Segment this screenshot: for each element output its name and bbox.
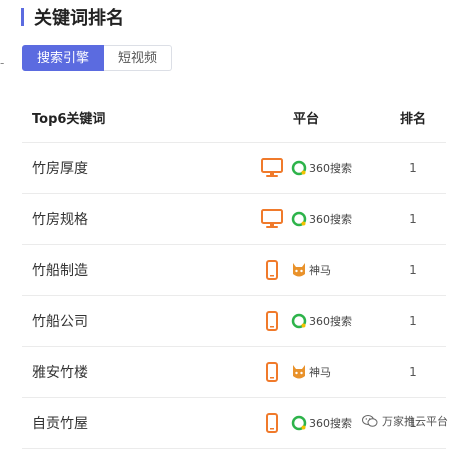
platform-cell: 360搜索 [232,209,380,229]
mobile-icon [259,413,285,433]
rank-cell: 1 [409,365,417,379]
left-edge-mark: - [0,56,5,70]
search-brand: 神马 [291,363,353,381]
table-body: 竹房厚度 360搜索 1 竹房规格 360搜索 1 竹船制造 神马 1 竹船公司 360搜索 1 雅安竹… [22,143,446,449]
mobile-icon [259,311,285,331]
header-keyword: Top6关键词 [32,111,106,127]
360-logo-icon [291,415,307,431]
rank-cell: 1 [409,212,417,226]
keyword-cell: 竹船制造 [32,263,88,279]
platform-cell: 神马 [232,362,380,382]
keyword-cell: 竹船公司 [32,314,88,330]
page-title: 关键词排名 [34,8,124,29]
table-row: 竹房厚度 360搜索 1 [22,143,446,194]
search-brand: 360搜索 [291,211,353,227]
header-rank: 排名 [399,111,426,127]
rank-cell: 1 [409,161,417,175]
desktop-icon [259,158,285,178]
tab-short-video[interactable]: 短视频 [104,45,173,71]
table-row: 雅安竹楼 神马 1 [22,347,446,398]
watermark: 万家推云平台 [362,413,448,429]
platform-cell: 神马 [232,260,380,280]
360-logo-icon [291,160,307,176]
platform-cell: 360搜索 [232,158,380,178]
search-brand: 神马 [291,261,353,279]
shenma-logo-icon [291,363,307,381]
tab-group: 搜索引擎 短视频 [22,45,173,71]
keyword-cell: 竹房规格 [32,212,88,228]
platform-cell: 360搜索 [232,413,380,433]
brand-name: 神马 [309,366,331,379]
brand-name: 360搜索 [309,213,352,226]
shenma-logo-icon [291,261,307,279]
brand-name: 360搜索 [309,162,352,175]
table-header: Top6关键词 平台 排名 [22,92,446,143]
360-logo-icon [291,313,307,329]
watermark-text: 万家推云平台 [382,415,448,428]
search-brand: 360搜索 [291,415,353,431]
360-logo-icon [291,211,307,227]
keyword-ranking-table: Top6关键词 平台 排名 竹房厚度 360搜索 1 竹房规格 360搜索 1 竹船制造 神马… [22,92,446,449]
table-row: 竹船公司 360搜索 1 [22,296,446,347]
rank-cell: 1 [409,263,417,277]
brand-name: 360搜索 [309,315,352,328]
table-row: 竹船制造 神马 1 [22,245,446,296]
desktop-icon [259,209,285,229]
keyword-cell: 雅安竹楼 [32,365,88,381]
keyword-cell: 自贡竹屋 [32,416,88,432]
wechat-icon [362,415,378,427]
tab-search-engine[interactable]: 搜索引擎 [22,45,105,71]
mobile-icon [259,260,285,280]
mobile-icon [259,362,285,382]
search-brand: 360搜索 [291,313,353,329]
rank-cell: 1 [409,314,417,328]
brand-name: 360搜索 [309,417,352,430]
section-header: 关键词排名 [21,6,124,29]
brand-name: 神马 [309,264,331,277]
table-row: 竹房规格 360搜索 1 [22,194,446,245]
header-platform: 平台 [292,111,319,127]
keyword-cell: 竹房厚度 [32,161,88,177]
platform-cell: 360搜索 [232,311,380,331]
title-accent-bar [21,8,24,26]
search-brand: 360搜索 [291,160,353,176]
